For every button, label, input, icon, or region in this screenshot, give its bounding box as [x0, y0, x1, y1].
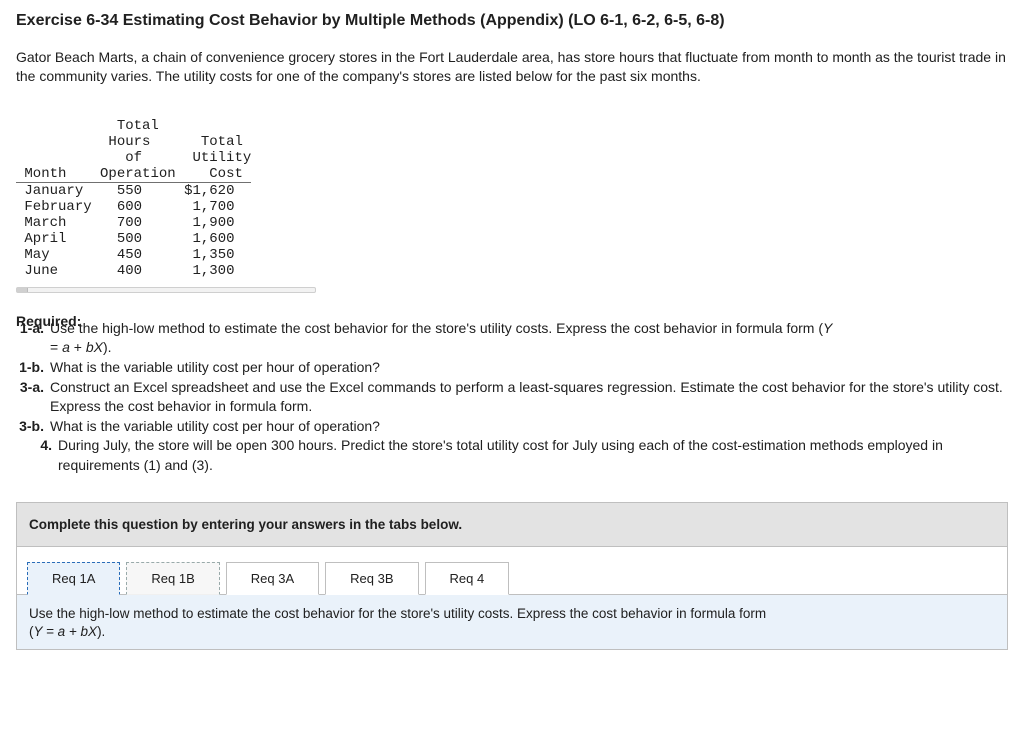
table-scrollbar[interactable] [16, 287, 316, 293]
tab-req-3b[interactable]: Req 3B [325, 562, 418, 595]
tab-req-4[interactable]: Req 4 [425, 562, 510, 595]
intro-paragraph: Gator Beach Marts, a chain of convenienc… [16, 48, 1008, 86]
tab-req-1b[interactable]: Req 1B [126, 562, 219, 595]
tab-content-req-1a: Use the high-low method to estimate the … [17, 594, 1007, 649]
page-title: Exercise 6-34 Estimating Cost Behavior b… [16, 12, 1008, 30]
tab-row: Req 1A Req 1B Req 3A Req 3B Req 4 [17, 547, 1007, 594]
tab-req-1a[interactable]: Req 1A [27, 562, 120, 595]
answer-area: Complete this question by entering your … [16, 502, 1008, 650]
requirements-list-clean: 1-a. Use the high-low method to estimate… [16, 319, 1008, 476]
instruction-bar: Complete this question by entering your … [17, 503, 1007, 547]
data-table: Total Hours Total of Utility Month Opera… [16, 118, 271, 279]
tab-req-3a[interactable]: Req 3A [226, 562, 319, 595]
